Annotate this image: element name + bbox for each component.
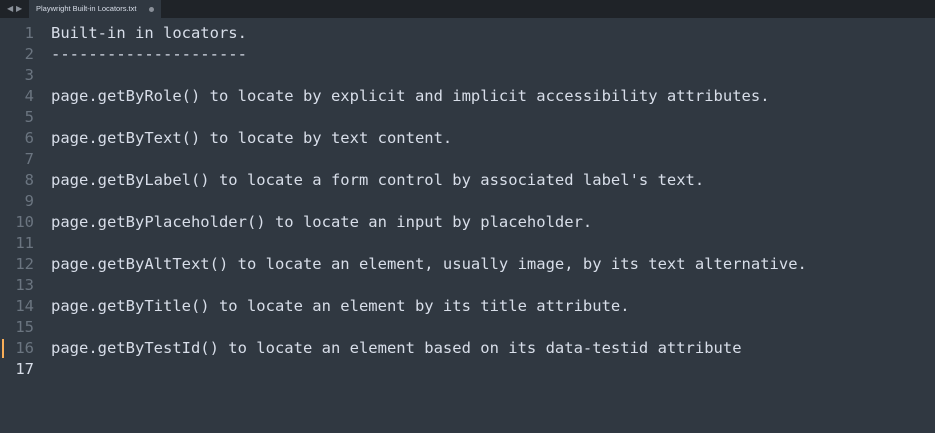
line-number: 9 bbox=[24, 192, 34, 210]
line-text[interactable]: page.getByText() to locate by text conte… bbox=[51, 128, 452, 149]
line-text[interactable]: page.getByTitle() to locate an element b… bbox=[51, 296, 630, 317]
unsaved-dot-icon[interactable] bbox=[149, 7, 154, 12]
tab-scroll-right-icon[interactable]: ▶ bbox=[16, 3, 22, 15]
line-text[interactable]: page.getByTestId() to locate an element … bbox=[51, 338, 742, 359]
tab-bar: ◀ ▶ Playwright Built-in Locators.txt bbox=[0, 0, 935, 18]
tab-scroll-left-icon[interactable]: ◀ bbox=[7, 3, 13, 15]
editor-line[interactable]: 16 page.getByTestId() to locate an eleme… bbox=[0, 338, 935, 359]
line-text[interactable]: page.getByRole() to locate by explicit a… bbox=[51, 86, 770, 107]
editor-line[interactable]: 6 page.getByText() to locate by text con… bbox=[0, 128, 935, 149]
editor-line[interactable]: 14 page.getByTitle() to locate an elemen… bbox=[0, 296, 935, 317]
editor-line[interactable]: 7 bbox=[0, 149, 935, 170]
line-number: 3 bbox=[24, 66, 34, 84]
editor-line[interactable]: 12 page.getByAltText() to locate an elem… bbox=[0, 254, 935, 275]
line-number: 11 bbox=[15, 234, 34, 252]
line-text[interactable]: page.getByLabel() to locate a form contr… bbox=[51, 170, 704, 191]
line-number: 15 bbox=[15, 318, 34, 336]
line-number: 8 bbox=[24, 171, 34, 189]
line-number: 2 bbox=[24, 45, 34, 63]
editor-line[interactable]: 15 bbox=[0, 317, 935, 338]
line-text[interactable]: --------------------- bbox=[51, 44, 247, 65]
editor-line[interactable]: 4 page.getByRole() to locate by explicit… bbox=[0, 86, 935, 107]
editor-line[interactable]: 11 bbox=[0, 233, 935, 254]
line-number: 10 bbox=[15, 213, 34, 231]
line-number: 5 bbox=[24, 108, 34, 126]
editor-line[interactable]: 13 bbox=[0, 275, 935, 296]
editor-line[interactable]: 9 bbox=[0, 191, 935, 212]
line-number: 13 bbox=[15, 276, 34, 294]
editor-line[interactable]: 3 bbox=[0, 65, 935, 86]
line-number: 12 bbox=[15, 255, 34, 273]
editor-line[interactable]: 1 Built-in in locators. bbox=[0, 23, 935, 44]
line-number: 1 bbox=[24, 24, 34, 42]
editor-line[interactable]: 8 page.getByLabel() to locate a form con… bbox=[0, 170, 935, 191]
line-text[interactable]: page.getByPlaceholder() to locate an inp… bbox=[51, 212, 592, 233]
line-number: 16 bbox=[15, 339, 34, 357]
line-number: 6 bbox=[24, 129, 34, 147]
line-number: 7 bbox=[24, 150, 34, 168]
line-number: 17 bbox=[15, 360, 34, 378]
line-number: 14 bbox=[15, 297, 34, 315]
line-text[interactable]: page.getByAltText() to locate an element… bbox=[51, 254, 807, 275]
tab-label: Playwright Built-in Locators.txt bbox=[36, 4, 137, 13]
editor-line[interactable]: 2 --------------------- bbox=[0, 44, 935, 65]
line-text[interactable]: Built-in in locators. bbox=[51, 23, 247, 44]
editor-line[interactable]: 10 page.getByPlaceholder() to locate an … bbox=[0, 212, 935, 233]
editor-line[interactable]: 5 bbox=[0, 107, 935, 128]
line-number: 4 bbox=[24, 87, 34, 105]
text-editor[interactable]: 1 Built-in in locators. 2 --------------… bbox=[0, 18, 935, 433]
editor-line-current[interactable]: 17 bbox=[0, 359, 935, 380]
tab-playwright-locators[interactable]: Playwright Built-in Locators.txt bbox=[29, 0, 162, 18]
